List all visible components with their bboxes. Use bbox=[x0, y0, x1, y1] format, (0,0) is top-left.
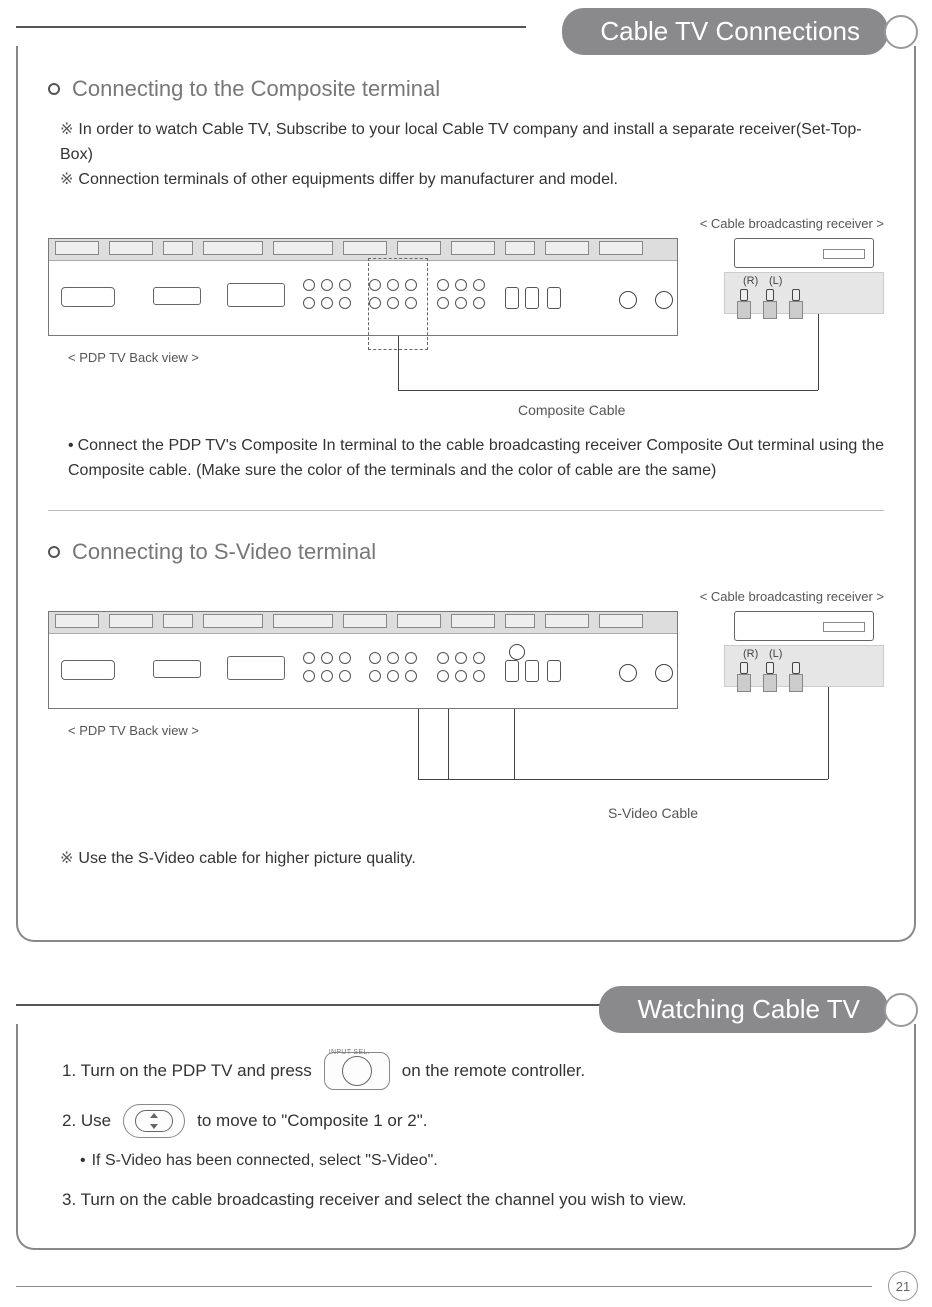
cable-label: S-Video Cable bbox=[608, 805, 698, 821]
step-text: 3. Turn on the cable broadcasting receiv… bbox=[62, 1186, 687, 1215]
page-number: 21 bbox=[888, 1271, 918, 1301]
bullet-icon bbox=[48, 83, 60, 95]
receiver-label: < Cable broadcasting receiver > bbox=[700, 216, 884, 231]
note-text: Connection terminals of other equipments… bbox=[78, 171, 618, 188]
plug-icon bbox=[737, 289, 751, 319]
note-line: ※In order to watch Cable TV, Subscribe t… bbox=[60, 118, 884, 168]
header-circle-icon bbox=[884, 993, 918, 1027]
section-title: Connecting to S-Video terminal bbox=[72, 539, 376, 565]
footer-rule bbox=[16, 1286, 872, 1287]
pdp-back-panel bbox=[48, 238, 678, 336]
diagram-composite: < Cable broadcasting receiver > bbox=[48, 216, 884, 416]
nav-updown-button-icon bbox=[123, 1104, 185, 1138]
receiver-l-label: (L) bbox=[769, 275, 782, 287]
dot-icon: • bbox=[80, 1152, 86, 1169]
cable-label: Composite Cable bbox=[518, 402, 625, 418]
dot-icon: • bbox=[68, 437, 74, 454]
body-note-text: Connect the PDP TV's Composite In termin… bbox=[68, 437, 884, 479]
pdp-back-panel bbox=[48, 611, 678, 709]
receiver-box bbox=[734, 611, 874, 641]
plug-icon bbox=[789, 289, 803, 319]
receiver-r-label: (R) bbox=[743, 648, 758, 660]
header-circle-icon bbox=[884, 15, 918, 49]
note-line: ※ Use the S-Video cable for higher pictur… bbox=[60, 847, 884, 872]
port-dsub bbox=[61, 660, 115, 680]
section-title: Connecting to the Composite terminal bbox=[72, 76, 440, 102]
receiver-r-label: (R) bbox=[743, 275, 758, 287]
note-glyph-icon: ※ bbox=[60, 121, 72, 138]
step-text: 2. Use bbox=[62, 1107, 111, 1136]
step-text: to move to "Composite 1 or 2". bbox=[197, 1107, 427, 1136]
receiver-box bbox=[734, 238, 874, 268]
step-2-note: • If S-Video has been connected, select "… bbox=[80, 1152, 884, 1170]
note-text: Use the S-Video cable for higher picture… bbox=[78, 850, 415, 867]
section-heading-composite: Connecting to the Composite terminal bbox=[48, 76, 884, 102]
step-1: 1. Turn on the PDP TV and press INPUT SE… bbox=[62, 1052, 884, 1090]
panel-watching: 1. Turn on the PDP TV and press INPUT SE… bbox=[16, 1024, 916, 1250]
backpanel-caption: < PDP TV Back view > bbox=[68, 723, 199, 738]
step-3: 3. Turn on the cable broadcasting receiv… bbox=[62, 1186, 884, 1215]
input-select-label: INPUT SEL. bbox=[329, 1047, 370, 1059]
port-group bbox=[303, 279, 353, 311]
step-2: 2. Use to move to "Composite 1 or 2". bbox=[62, 1104, 884, 1138]
note-line: ※ Connection terminals of other equipment… bbox=[60, 168, 884, 193]
receiver-label: < Cable broadcasting receiver > bbox=[700, 589, 884, 604]
panel-connections: Connecting to the Composite terminal ※In… bbox=[16, 46, 916, 942]
diagram-svideo: < Cable broadcasting receiver > bbox=[48, 589, 884, 829]
port-group-composite bbox=[437, 279, 487, 311]
receiver-strip: (R) (L) bbox=[724, 272, 884, 314]
plug-icon bbox=[789, 662, 803, 692]
step-text: on the remote controller. bbox=[402, 1057, 585, 1086]
note-glyph-icon: ※ bbox=[60, 171, 72, 188]
step-text: 1. Turn on the PDP TV and press bbox=[62, 1057, 312, 1086]
port-hdmi bbox=[153, 660, 201, 678]
note-glyph-icon: ※ bbox=[60, 850, 72, 867]
input-select-button-icon: INPUT SEL. bbox=[324, 1052, 390, 1090]
step-text: If S-Video has been connected, select "S… bbox=[92, 1152, 438, 1169]
note-text: In order to watch Cable TV, Subscribe to… bbox=[60, 121, 862, 163]
port-vga bbox=[227, 656, 285, 680]
port-hdmi bbox=[153, 287, 201, 305]
bullet-icon bbox=[48, 546, 60, 558]
backpanel-caption: < PDP TV Back view > bbox=[68, 350, 199, 365]
section-divider bbox=[48, 510, 884, 511]
port-dsub bbox=[61, 287, 115, 307]
top-rule bbox=[16, 26, 526, 28]
receiver-strip: (R) (L) bbox=[724, 645, 884, 687]
plug-icon bbox=[737, 662, 751, 692]
plug-icon bbox=[763, 662, 777, 692]
section-heading-svideo: Connecting to S-Video terminal bbox=[48, 539, 884, 565]
port-svideo bbox=[509, 644, 525, 660]
top-rule bbox=[16, 1004, 612, 1006]
body-note: •Connect the PDP TV's Composite In termi… bbox=[68, 434, 884, 484]
plug-icon bbox=[763, 289, 777, 319]
receiver-l-label: (L) bbox=[769, 648, 782, 660]
port-vga bbox=[227, 283, 285, 307]
